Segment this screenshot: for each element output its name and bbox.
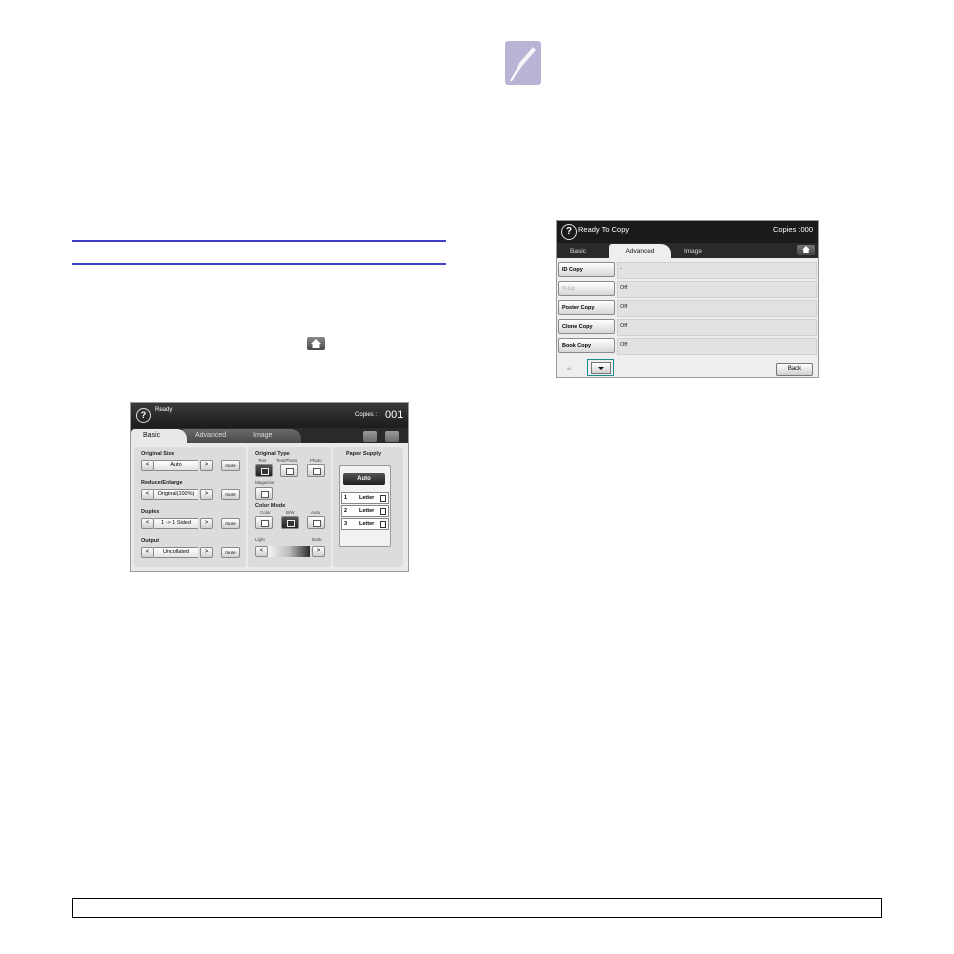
tray-number: 3 <box>344 521 348 527</box>
prev-arrow-button[interactable]: < <box>141 518 154 529</box>
paper-icon <box>380 521 386 528</box>
job-status-icon[interactable] <box>363 431 377 442</box>
n-up-value: Off <box>620 285 628 291</box>
magazine-type-button[interactable] <box>255 487 273 500</box>
dark-label: Dark <box>312 537 322 542</box>
photo-option-label: Photo <box>310 458 322 463</box>
status-text: Ready To Copy <box>578 225 630 234</box>
home-icon <box>307 337 325 350</box>
tray-3-button[interactable]: 3 Letter <box>341 518 389 530</box>
text-type-button[interactable] <box>255 464 273 477</box>
next-arrow-button[interactable]: > <box>200 460 213 471</box>
more-button[interactable]: more <box>221 489 240 500</box>
home-icon <box>802 246 810 253</box>
darker-button[interactable]: > <box>312 546 325 557</box>
tray-1-button[interactable]: 1 Letter <box>341 492 389 504</box>
tray-size: Letter <box>359 521 375 527</box>
home-icon[interactable] <box>385 431 399 442</box>
tab-image[interactable]: Image <box>673 244 713 258</box>
next-arrow-button[interactable]: > <box>200 547 213 558</box>
more-button[interactable]: more <box>221 547 240 558</box>
output-label: Output <box>141 538 160 544</box>
book-copy-value: Off <box>620 342 628 348</box>
poster-copy-value: Off <box>620 304 628 310</box>
copies-label: Copies : <box>355 412 378 418</box>
prev-arrow-button[interactable]: < <box>141 460 154 471</box>
status-text: Ready <box>155 407 173 413</box>
lighter-button[interactable]: < <box>255 546 268 557</box>
duplex-value: 1 -> 1 Sided <box>154 518 198 529</box>
original-type-label: Original Type <box>255 451 290 457</box>
color-mode-label: Color Mode <box>255 503 286 509</box>
light-label: Light <box>255 537 265 542</box>
copies-counter[interactable]: Copies :000 <box>773 225 813 234</box>
option-row <box>617 281 817 298</box>
section-rule-bottom <box>72 263 446 265</box>
more-button[interactable]: more <box>221 460 240 471</box>
option-row <box>617 319 817 336</box>
auto-mode-button[interactable] <box>307 516 325 529</box>
prev-arrow-button[interactable]: < <box>141 489 154 500</box>
magazine-label: Magazine <box>255 480 275 485</box>
paper-icon <box>380 508 386 515</box>
chevron-down-icon <box>598 367 604 370</box>
tray-size: Letter <box>359 508 375 514</box>
tab-advanced[interactable]: Advanced <box>609 244 671 258</box>
scroll-down-button[interactable] <box>591 362 611 374</box>
option-row <box>617 262 817 279</box>
bw-option-label: B/W <box>286 510 295 515</box>
poster-copy-button[interactable]: Poster Copy <box>558 300 615 315</box>
prev-arrow-button[interactable]: < <box>141 547 154 558</box>
next-arrow-button[interactable]: > <box>200 489 213 500</box>
option-row <box>617 300 817 317</box>
auto-option-label: Auto <box>311 510 321 515</box>
help-icon[interactable]: ? <box>561 224 577 240</box>
color-mode-button[interactable] <box>255 516 273 529</box>
book-copy-button[interactable]: Book Copy <box>558 338 615 353</box>
auto-tray-button[interactable]: Auto <box>343 473 385 485</box>
density-slider[interactable] <box>268 546 310 557</box>
duplex-label: Duplex <box>141 509 160 515</box>
tray-size: Letter <box>359 495 375 501</box>
bw-mode-button[interactable] <box>281 516 299 529</box>
footer-box <box>72 898 882 918</box>
tray-number: 1 <box>344 495 348 501</box>
n-up-button[interactable]: N-Up <box>558 281 615 296</box>
tab-basic[interactable]: Basic <box>131 429 187 443</box>
copy-advanced-screen: ? Ready To Copy Copies :000 Basic Advanc… <box>556 220 819 378</box>
tray-2-button[interactable]: 2 Letter <box>341 505 389 517</box>
option-row <box>617 338 817 355</box>
tab-image-2[interactable]: Image <box>241 429 301 443</box>
text-photo-type-button[interactable] <box>280 464 298 477</box>
tab-basic[interactable]: Basic <box>559 244 597 258</box>
id-copy-button[interactable]: ID Copy <box>558 262 615 277</box>
reduce-enlarge-label: Reduce/Enlarge <box>141 480 183 486</box>
photo-type-button[interactable] <box>307 464 325 477</box>
text-photo-option-label: Text/Photo <box>276 458 298 463</box>
section-rule-top <box>72 240 446 242</box>
output-value: Uncollated <box>154 547 198 558</box>
copies-value[interactable]: 001 <box>385 409 403 421</box>
original-size-value: Auto <box>154 460 198 471</box>
note-icon <box>505 41 541 85</box>
original-size-label: Original Size <box>141 451 175 457</box>
clone-copy-value: Off <box>620 323 628 329</box>
color-option-label: Color <box>260 510 271 515</box>
scroll-up-icon[interactable] <box>566 367 572 370</box>
tray-number: 2 <box>344 508 348 514</box>
reduce-enlarge-value: Original(100%) <box>154 489 198 500</box>
paper-icon <box>380 495 386 502</box>
back-button[interactable]: Back <box>776 363 813 376</box>
scroll-down-highlight <box>587 359 614 376</box>
more-button[interactable]: more <box>221 518 240 529</box>
id-copy-value: - <box>620 266 622 272</box>
next-arrow-button[interactable]: > <box>200 518 213 529</box>
text-option-label: Text <box>258 458 267 463</box>
paper-supply-label: Paper Supply <box>346 451 382 457</box>
copy-basic-screen: ? Ready Copies : 001 Image Advanced Imag… <box>130 402 409 572</box>
home-button[interactable] <box>797 245 815 255</box>
help-icon[interactable]: ? <box>136 408 151 423</box>
clone-copy-button[interactable]: Clone Copy <box>558 319 615 334</box>
